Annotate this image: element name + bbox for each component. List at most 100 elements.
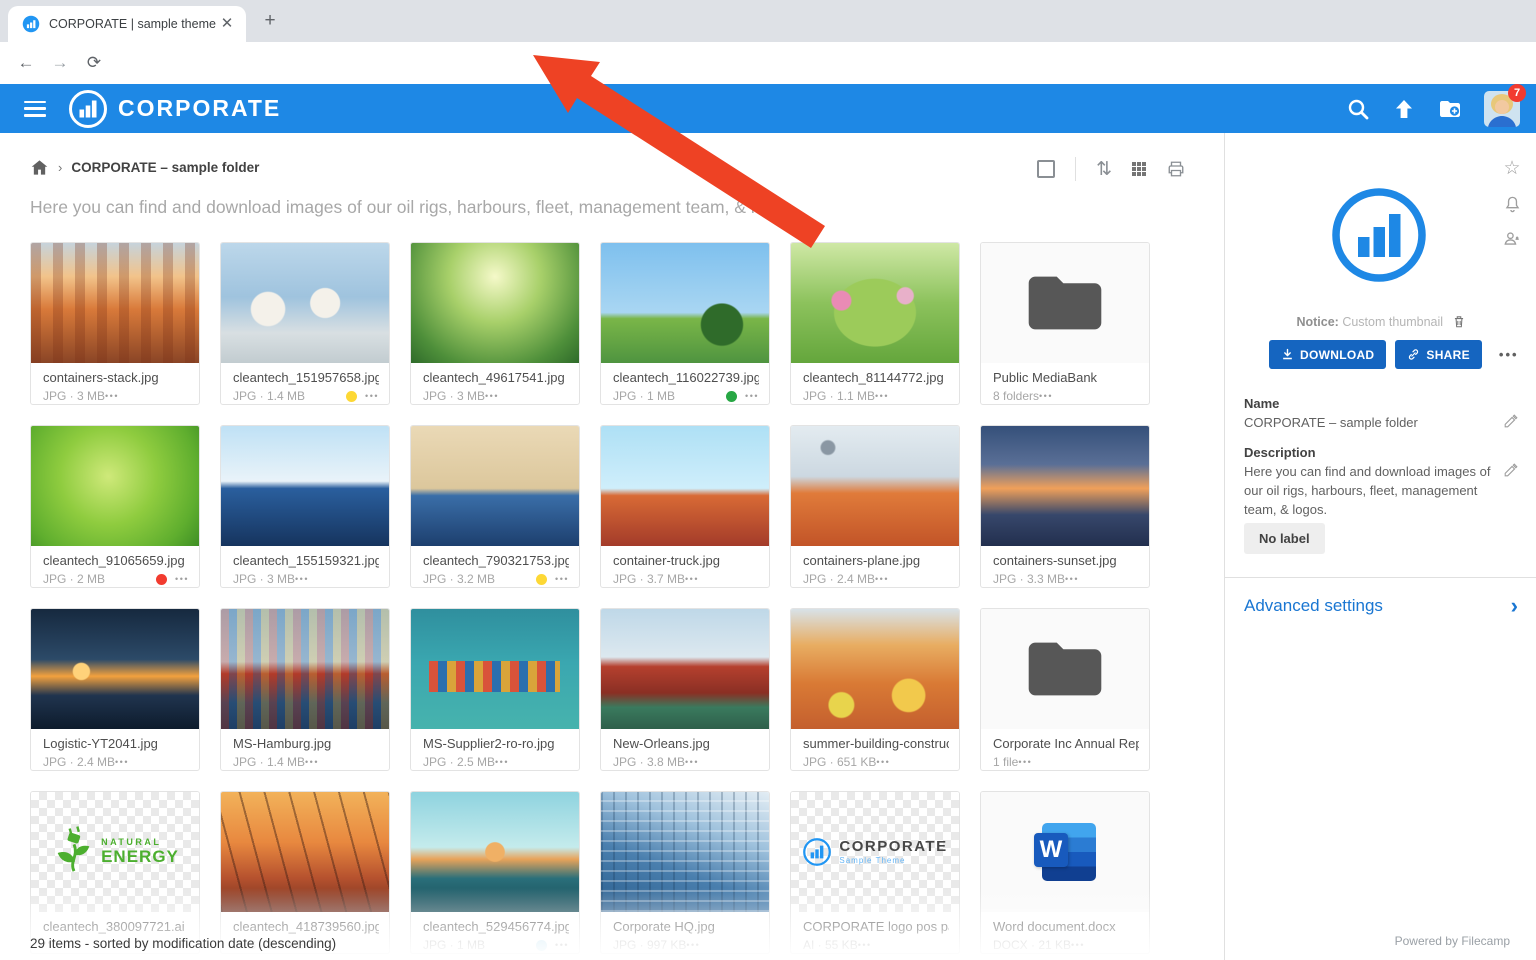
file-name[interactable]: cleantech_790321753.jpg [423,553,569,568]
user-avatar[interactable]: 7 [1484,91,1520,127]
file-card[interactable]: summer-building-construction.jpg JPG · 6… [790,608,960,771]
file-thumbnail[interactable] [601,609,769,729]
file-name[interactable]: summer-building-construction.jpg [803,736,949,751]
print-icon[interactable] [1166,160,1186,178]
file-name[interactable]: container-truck.jpg [613,553,759,568]
brand-name[interactable]: CORPORATE [118,95,281,122]
file-thumbnail[interactable] [411,792,579,912]
hamburger-menu-icon[interactable] [24,101,46,117]
file-card[interactable]: cleantech_790321753.jpg JPG · 3.2 MB ••• [410,425,580,588]
file-menu-button[interactable]: ••• [685,757,699,767]
file-menu-button[interactable]: ••• [305,757,319,767]
file-name[interactable]: CORPORATE logo pos payoff.ai [803,919,949,934]
browser-tab[interactable]: CORPORATE | sample theme ✕ [8,6,246,42]
subscribe-users-icon[interactable] [1502,229,1522,248]
new-tab-button[interactable]: + [258,10,282,34]
file-thumbnail[interactable] [411,426,579,546]
file-thumbnail[interactable] [31,609,199,729]
file-menu-button[interactable]: ••• [1071,940,1085,950]
file-name[interactable]: MS-Supplier2-ro-ro.jpg [423,736,569,751]
file-menu-button[interactable]: ••• [1065,574,1079,584]
file-thumbnail[interactable] [601,243,769,363]
file-menu-button[interactable]: ••• [115,757,129,767]
file-card[interactable]: New-Orleans.jpg JPG · 3.8 MB ••• [600,608,770,771]
file-menu-button[interactable]: ••• [485,391,499,401]
file-name[interactable]: Corporate Inc Annual Report [993,736,1139,751]
file-name[interactable]: containers-stack.jpg [43,370,189,385]
file-card[interactable]: NATURALENERGY cleantech_380097721.ai ••• [30,791,200,954]
file-card[interactable]: container-truck.jpg JPG · 3.7 MB ••• [600,425,770,588]
tab-close-icon[interactable]: ✕ [218,15,236,33]
file-name[interactable]: cleantech_155159321.jpg [233,553,379,568]
file-menu-button[interactable]: ••• [858,940,872,950]
reload-icon[interactable]: ⟳ [82,51,106,75]
file-thumbnail[interactable] [981,243,1149,363]
file-thumbnail[interactable] [791,243,959,363]
file-card[interactable]: cleantech_418739560.jpg JPG · 1.8 MB ••• [220,791,390,954]
file-menu-button[interactable]: ••• [555,940,569,950]
file-card[interactable]: cleantech_49617541.jpg JPG · 3 MB ••• [410,242,580,405]
file-name[interactable]: containers-sunset.jpg [993,553,1139,568]
breadcrumb-folder[interactable]: CORPORATE – sample folder [71,160,259,175]
file-name[interactable]: Logistic-YT2041.jpg [43,736,189,751]
file-card[interactable]: containers-sunset.jpg JPG · 3.3 MB ••• [980,425,1150,588]
file-name[interactable]: cleantech_418739560.jpg [233,919,379,934]
file-menu-button[interactable]: ••• [175,574,189,584]
file-card[interactable]: cleantech_116022739.jpg JPG · 1 MB ••• [600,242,770,405]
file-name[interactable]: Word document.docx [993,919,1139,934]
favorite-star-icon[interactable]: ☆ [1503,157,1520,180]
file-name[interactable]: cleantech_529456774.jpg [423,919,569,934]
file-thumbnail[interactable] [791,426,959,546]
file-name[interactable]: Corporate HQ.jpg [613,919,759,934]
file-card[interactable]: Logistic-YT2041.jpg JPG · 2.4 MB ••• [30,608,200,771]
file-thumbnail[interactable] [981,609,1149,729]
add-folder-icon[interactable] [1438,97,1462,121]
file-name[interactable]: Public MediaBank [993,370,1139,385]
file-card[interactable]: cleantech_155159321.jpg JPG · 3 MB ••• [220,425,390,588]
file-card[interactable]: Corporate HQ.jpg JPG · 997 KB ••• [600,791,770,954]
file-card[interactable]: W Word document.docx DOCX · 21 KB ••• [980,791,1150,954]
advanced-settings-link[interactable]: Advanced settings › [1244,595,1518,617]
file-menu-button[interactable]: ••• [875,574,889,584]
file-menu-button[interactable]: ••• [686,940,700,950]
share-button[interactable]: SHARE [1395,340,1482,369]
file-thumbnail[interactable] [601,792,769,912]
file-card[interactable]: containers-stack.jpg JPG · 3 MB ••• [30,242,200,405]
file-menu-button[interactable]: ••• [555,574,569,584]
file-thumbnail[interactable] [411,609,579,729]
file-menu-button[interactable]: ••• [685,574,699,584]
file-menu-button[interactable]: ••• [1039,391,1053,401]
file-name[interactable]: cleantech_81144772.jpg [803,370,949,385]
sort-icon[interactable]: ⇅ [1096,158,1112,181]
file-thumbnail[interactable] [221,792,389,912]
file-thumbnail[interactable] [411,243,579,363]
file-card[interactable]: cleantech_81144772.jpg JPG · 1.1 MB ••• [790,242,960,405]
back-icon[interactable]: ← [14,51,38,75]
grid-view-icon[interactable] [1132,162,1146,176]
file-card[interactable]: Public MediaBank 8 folders ••• [980,242,1150,405]
file-name[interactable]: containers-plane.jpg [803,553,949,568]
file-name[interactable]: cleantech_49617541.jpg [423,370,569,385]
search-icon[interactable] [1346,97,1370,121]
file-card[interactable]: containers-plane.jpg JPG · 2.4 MB ••• [790,425,960,588]
file-menu-button[interactable]: ••• [495,757,509,767]
file-card[interactable]: MS-Hamburg.jpg JPG · 1.4 MB ••• [220,608,390,771]
file-card[interactable]: MS-Supplier2-ro-ro.jpg JPG · 2.5 MB ••• [410,608,580,771]
file-menu-button[interactable]: ••• [745,391,759,401]
file-card[interactable]: cleantech_151957658.jpg JPG · 1.4 MB ••• [220,242,390,405]
download-button[interactable]: DOWNLOAD [1269,340,1386,369]
file-name[interactable]: cleantech_380097721.ai [43,919,189,934]
file-name[interactable]: cleantech_91065659.jpg [43,553,189,568]
file-name[interactable]: cleantech_151957658.jpg [233,370,379,385]
file-thumbnail[interactable] [221,243,389,363]
delete-thumbnail-icon[interactable] [1452,314,1466,329]
file-name[interactable]: New-Orleans.jpg [613,736,759,751]
file-card[interactable]: cleantech_529456774.jpg JPG · 1 MB ••• [410,791,580,954]
file-thumbnail[interactable]: CORPORATESample Theme [791,792,959,912]
file-thumbnail[interactable] [31,426,199,546]
file-menu-button[interactable]: ••• [365,391,379,401]
file-thumbnail[interactable] [221,426,389,546]
edit-name-icon[interactable] [1503,414,1518,429]
file-thumbnail[interactable]: W [981,792,1149,912]
file-menu-button[interactable]: ••• [295,574,309,584]
